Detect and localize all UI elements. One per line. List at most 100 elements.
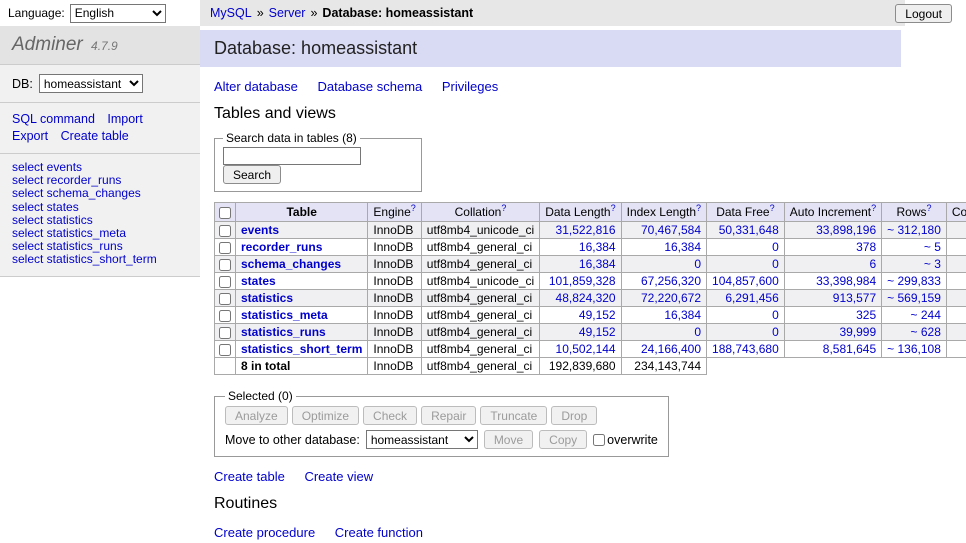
import-link[interactable]: Import xyxy=(107,112,142,126)
truncate-button[interactable]: Truncate xyxy=(480,406,547,425)
language-select[interactable]: English xyxy=(70,4,166,23)
help-link[interactable]: ? xyxy=(927,203,932,213)
rows-link[interactable]: ~ 628 xyxy=(911,325,941,339)
rows-link[interactable]: ~ 136,108 xyxy=(887,342,941,356)
selected-fieldset: Selected (0) AnalyzeOptimizeCheckRepairT… xyxy=(214,389,669,457)
data-free-link[interactable]: 0 xyxy=(772,257,779,271)
breadcrumb-mysql-link[interactable]: MySQL xyxy=(210,6,252,20)
data-free-link[interactable]: 188,743,680 xyxy=(712,342,779,356)
export-link[interactable]: Export xyxy=(12,129,48,143)
index-length-link[interactable]: 0 xyxy=(694,257,701,271)
auto-increment-link[interactable]: 39,999 xyxy=(839,325,876,339)
table-name-link[interactable]: events xyxy=(241,223,279,237)
row-checkbox[interactable] xyxy=(219,344,231,356)
footer-index-length: 234,143,744 xyxy=(621,358,706,375)
breadcrumb-server-link[interactable]: Server xyxy=(269,6,306,20)
data-length-link[interactable]: 16,384 xyxy=(579,257,616,271)
rows-link[interactable]: ~ 569,159 xyxy=(887,291,941,305)
search-button[interactable]: Search xyxy=(223,165,281,184)
data-free-link[interactable]: 0 xyxy=(772,308,779,322)
create-table-link[interactable]: Create table xyxy=(214,469,285,484)
repair-button[interactable]: Repair xyxy=(421,406,476,425)
row-checkbox[interactable] xyxy=(219,242,231,254)
row-checkbox[interactable] xyxy=(219,310,231,322)
data-length-link[interactable]: 49,152 xyxy=(579,308,616,322)
index-length-link[interactable]: 72,220,672 xyxy=(641,291,701,305)
auto-increment-link[interactable]: 8,581,645 xyxy=(823,342,876,356)
data-length-link[interactable]: 10,502,144 xyxy=(556,342,616,356)
rows-link[interactable]: ~ 244 xyxy=(911,308,941,322)
auto-increment-link[interactable]: 6 xyxy=(869,257,876,271)
index-length-link[interactable]: 24,166,400 xyxy=(641,342,701,356)
data-free-link[interactable]: 0 xyxy=(772,240,779,254)
optimize-button[interactable]: Optimize xyxy=(292,406,359,425)
table-name-link[interactable]: statistics_runs xyxy=(241,325,326,339)
overwrite-checkbox[interactable] xyxy=(593,434,605,446)
row-checkbox[interactable] xyxy=(219,293,231,305)
drop-button[interactable]: Drop xyxy=(551,406,597,425)
create-view-link[interactable]: Create view xyxy=(304,469,373,484)
table-name-link[interactable]: recorder_runs xyxy=(241,240,322,254)
table-name-link[interactable]: statistics xyxy=(241,291,293,305)
db-select[interactable]: homeassistant xyxy=(39,74,143,93)
index-length-link[interactable]: 70,467,584 xyxy=(641,223,701,237)
help-link[interactable]: ? xyxy=(611,203,616,213)
rows-link[interactable]: ~ 299,833 xyxy=(887,274,941,288)
move-button[interactable]: Move xyxy=(484,430,533,449)
search-input[interactable] xyxy=(223,147,361,165)
index-length-link[interactable]: 16,384 xyxy=(664,308,701,322)
rows-link[interactable]: ~ 3 xyxy=(924,257,941,271)
auto-increment-link[interactable]: 33,898,196 xyxy=(816,223,876,237)
help-link[interactable]: ? xyxy=(770,203,775,213)
data-length-link[interactable]: 48,824,320 xyxy=(556,291,616,305)
check-button[interactable]: Check xyxy=(363,406,417,425)
auto-increment-link[interactable]: 913,577 xyxy=(833,291,876,305)
index-length-link[interactable]: 16,384 xyxy=(664,240,701,254)
data-length-link[interactable]: 101,859,328 xyxy=(549,274,616,288)
help-link[interactable]: ? xyxy=(411,203,416,213)
create-function-link[interactable]: Create function xyxy=(335,525,423,540)
sidebar-table-link[interactable]: select states xyxy=(12,201,188,214)
select-all-checkbox[interactable] xyxy=(219,207,231,219)
analyze-button[interactable]: Analyze xyxy=(225,406,288,425)
help-link[interactable]: ? xyxy=(871,203,876,213)
auto-increment-link[interactable]: 325 xyxy=(856,308,876,322)
data-free-link[interactable]: 50,331,648 xyxy=(719,223,779,237)
footer-collation: utf8mb4_general_ci xyxy=(421,358,539,375)
auto-increment-link[interactable]: 378 xyxy=(856,240,876,254)
rows-link[interactable]: ~ 5 xyxy=(924,240,941,254)
alter-database-link[interactable]: Alter database xyxy=(214,79,298,94)
auto-increment-link[interactable]: 33,398,984 xyxy=(816,274,876,288)
help-link[interactable]: ? xyxy=(501,203,506,213)
privileges-link[interactable]: Privileges xyxy=(442,79,498,94)
data-length-link[interactable]: 31,522,816 xyxy=(556,223,616,237)
sql-command-link[interactable]: SQL command xyxy=(12,112,95,126)
table-name-link[interactable]: schema_changes xyxy=(241,257,341,271)
comment-cell xyxy=(946,239,966,256)
data-free-link[interactable]: 6,291,456 xyxy=(725,291,778,305)
data-free-link[interactable]: 104,857,600 xyxy=(712,274,779,288)
row-checkbox[interactable] xyxy=(219,225,231,237)
data-length-link[interactable]: 49,152 xyxy=(579,325,616,339)
sidebar-table-link[interactable]: select statistics_short_term xyxy=(12,253,188,266)
move-db-select[interactable]: homeassistant xyxy=(366,430,478,449)
table-name-link[interactable]: states xyxy=(241,274,276,288)
row-checkbox[interactable] xyxy=(219,276,231,288)
sidebar-table-link[interactable]: select schema_changes xyxy=(12,187,188,200)
index-length-link[interactable]: 67,256,320 xyxy=(641,274,701,288)
create-procedure-link[interactable]: Create procedure xyxy=(214,525,315,540)
rows-link[interactable]: ~ 312,180 xyxy=(887,223,941,237)
copy-button[interactable]: Copy xyxy=(539,430,587,449)
database-schema-link[interactable]: Database schema xyxy=(317,79,422,94)
row-checkbox[interactable] xyxy=(219,259,231,271)
help-link[interactable]: ? xyxy=(696,203,701,213)
rows-cell: ~ 136,108 xyxy=(882,341,947,358)
table-name-link[interactable]: statistics_meta xyxy=(241,308,328,322)
data-free-link[interactable]: 0 xyxy=(772,325,779,339)
create-table-sidebar-link[interactable]: Create table xyxy=(61,129,129,143)
row-checkbox[interactable] xyxy=(219,327,231,339)
table-name-link[interactable]: statistics_short_term xyxy=(241,342,362,356)
index-length-link[interactable]: 0 xyxy=(694,325,701,339)
data-length-link[interactable]: 16,384 xyxy=(579,240,616,254)
logout-button[interactable]: Logout xyxy=(895,4,952,23)
